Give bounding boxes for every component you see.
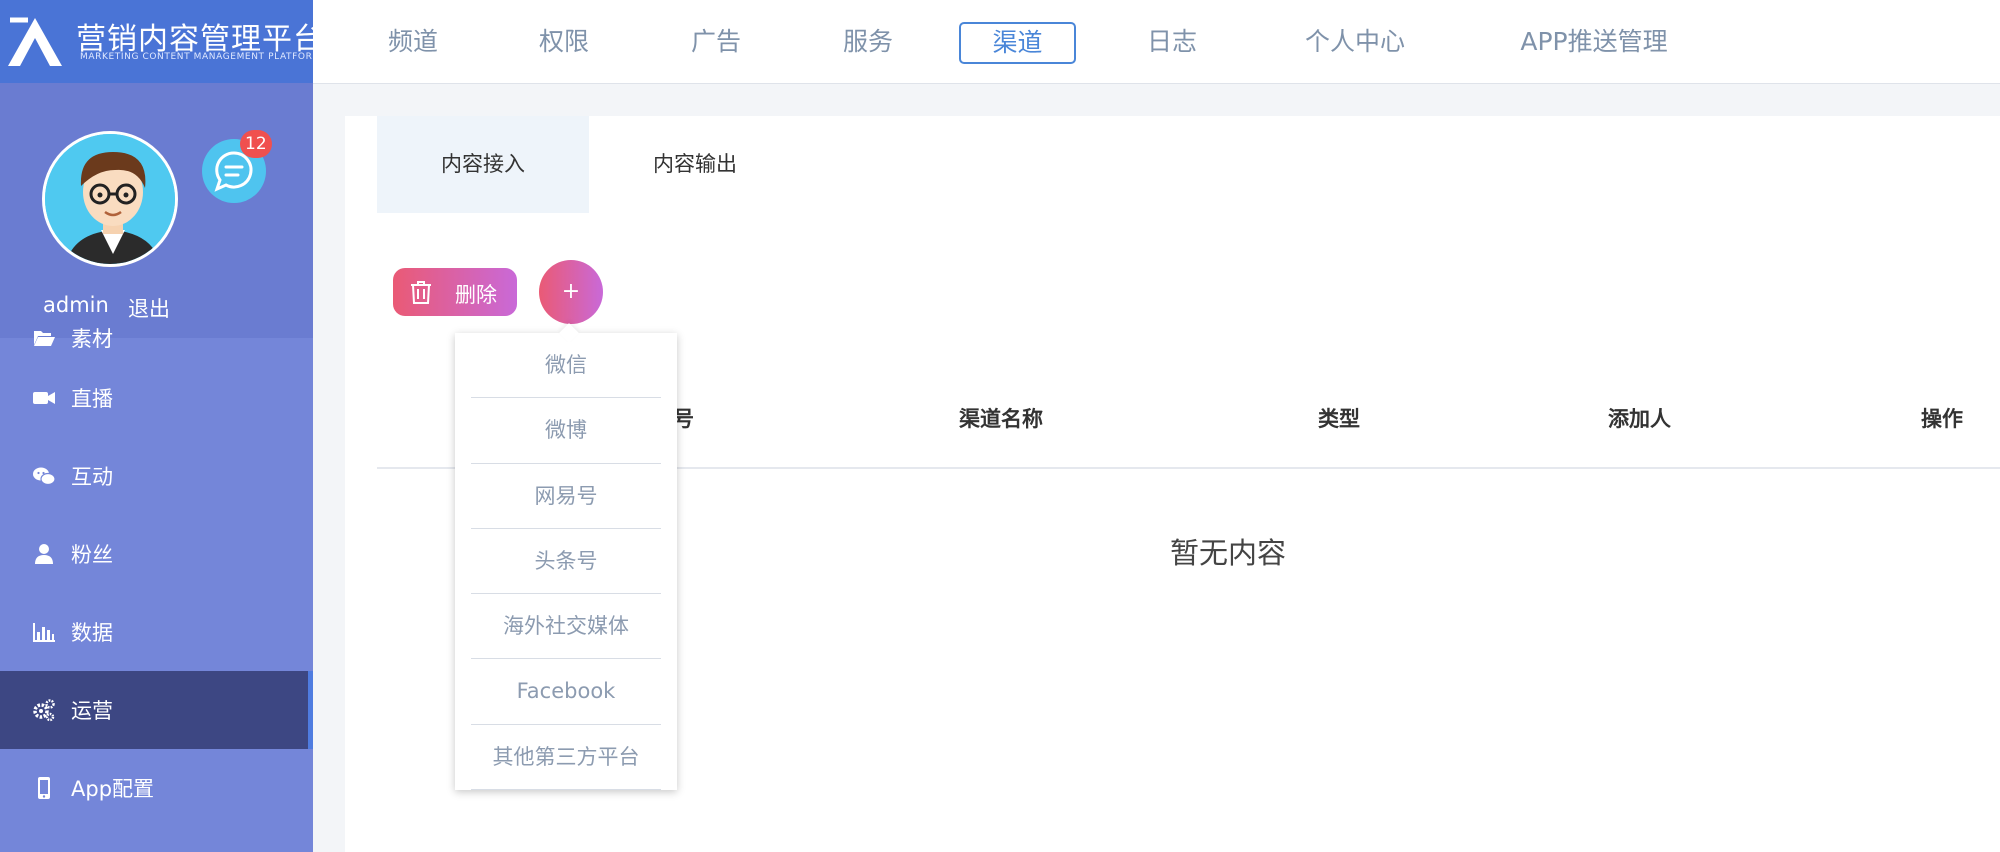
- nav-item-log[interactable]: 日志: [1132, 22, 1212, 64]
- empty-state-text: 暂无内容: [1170, 536, 1287, 570]
- folder-open-icon: [34, 331, 55, 346]
- nav-item-service[interactable]: 服务: [828, 22, 908, 64]
- sidebar-item-label: 运营: [71, 699, 113, 723]
- dropdown-item-netease[interactable]: 网易号: [471, 464, 661, 529]
- dropdown-item-overseas-social[interactable]: 海外社交媒体: [471, 594, 661, 660]
- column-header-actions: 操作: [1921, 407, 1963, 431]
- column-header-type: 类型: [1318, 407, 1360, 431]
- sidebar-item-operations[interactable]: 运营: [0, 671, 313, 749]
- sidebar-item-label: 数据: [71, 621, 113, 645]
- sidebar-item-live[interactable]: 直播: [0, 359, 313, 437]
- notification-badge: 12: [240, 130, 272, 158]
- nav-item-permission[interactable]: 权限: [524, 22, 604, 64]
- avatar-illustration: [45, 134, 175, 264]
- bar-chart-icon: [33, 623, 55, 642]
- gears-icon: [33, 699, 55, 722]
- nav-item-app-push[interactable]: APP推送管理: [1496, 22, 1692, 64]
- sidebar-item-materials[interactable]: 素材: [0, 320, 313, 358]
- nav-item-channels-active[interactable]: 渠道: [959, 22, 1076, 64]
- app-subtitle: MARKETING CONTENT MANAGEMENT PLATFORM: [80, 52, 321, 62]
- logo-area: 营销内容管理平台 MARKETING CONTENT MANAGEMENT PL…: [0, 0, 323, 83]
- nav-item-personal-center[interactable]: 个人中心: [1290, 22, 1420, 64]
- sidebar-item-interaction[interactable]: 互动: [0, 437, 313, 515]
- username: admin: [43, 293, 109, 317]
- add-channel-button[interactable]: +: [539, 260, 603, 324]
- delete-button[interactable]: 删除: [393, 268, 517, 316]
- sidebar-item-label: App配置: [71, 777, 155, 801]
- sidebar-item-app-config[interactable]: App配置: [0, 749, 313, 827]
- nav-item-ads[interactable]: 广告: [676, 22, 756, 64]
- column-header-added-by: 添加人: [1608, 407, 1671, 431]
- sidebar-item-label: 素材: [71, 327, 113, 351]
- sidebar-item-label: 直播: [71, 387, 113, 411]
- wechat-icon: [33, 467, 56, 486]
- top-navigation: 频道 权限 广告 服务 渠道 日志 个人中心 APP推送管理: [313, 0, 2000, 84]
- sidebar-item-data[interactable]: 数据: [0, 593, 313, 671]
- avatar[interactable]: [42, 131, 178, 267]
- dropdown-item-wechat[interactable]: 微信: [471, 333, 661, 399]
- sidebar-item-label: 粉丝: [71, 543, 113, 567]
- video-camera-icon: [33, 392, 55, 404]
- mobile-phone-icon: [38, 777, 50, 799]
- logout-link[interactable]: 退出: [128, 293, 170, 323]
- dropdown-item-facebook[interactable]: Facebook: [471, 659, 661, 725]
- dropdown-item-toutiao[interactable]: 头条号: [471, 529, 661, 595]
- logo-icon: [8, 17, 62, 66]
- dropdown-item-weibo[interactable]: 微博: [471, 398, 661, 464]
- dropdown-item-other-platform[interactable]: 其他第三方平台: [471, 725, 661, 791]
- profile-panel: 12 admin 退出: [0, 83, 313, 338]
- tab-content-input[interactable]: 内容接入: [377, 116, 589, 213]
- column-header-channel-name: 渠道名称: [959, 407, 1043, 431]
- trash-icon: [411, 281, 431, 304]
- add-channel-dropdown: 微信 微博 网易号 头条号 海外社交媒体 Facebook 其他第三方平台: [455, 323, 677, 791]
- sidebar: 12 admin 退出 素材 直播 互动 粉丝 数据 运营 App配置: [0, 83, 313, 852]
- sidebar-item-label: 互动: [71, 465, 113, 489]
- delete-label: 删除: [455, 283, 497, 307]
- nav-item-channel[interactable]: 频道: [373, 22, 453, 64]
- tab-content-output[interactable]: 内容输出: [589, 116, 801, 213]
- user-icon: [35, 544, 53, 564]
- sidebar-item-fans[interactable]: 粉丝: [0, 515, 313, 593]
